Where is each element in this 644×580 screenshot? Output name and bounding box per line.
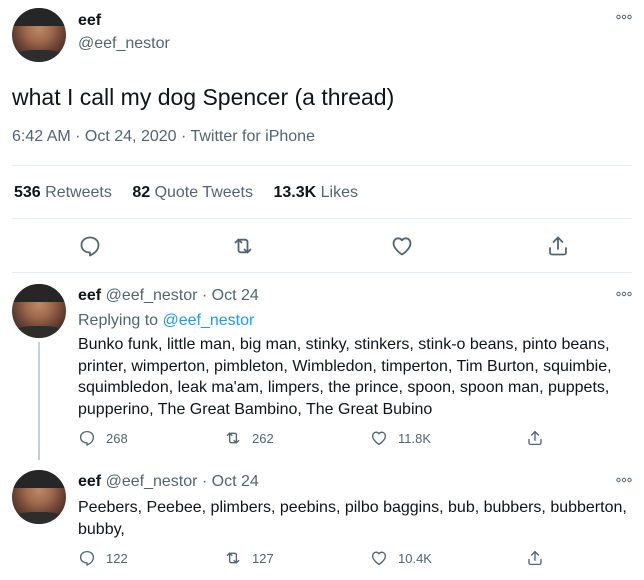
- thread-line: [38, 342, 40, 460]
- separator: ·: [201, 287, 208, 304]
- divider: [12, 272, 632, 273]
- author-name[interactable]: eef: [78, 473, 101, 490]
- tweet-text: what I call my dog Spencer (a thread): [12, 84, 395, 110]
- tweet-date[interactable]: Oct 24: [212, 287, 259, 304]
- reply-button[interactable]: 122: [78, 548, 128, 568]
- share-button[interactable]: [526, 428, 554, 448]
- retweet-count: 127: [252, 550, 274, 566]
- share-button[interactable]: [526, 548, 554, 568]
- retweets-stat[interactable]: 536 Retweets: [14, 184, 112, 201]
- reply-header: eef @eef_nestor · Oct 24: [78, 473, 259, 491]
- divider: [12, 218, 632, 219]
- reply-text: Bunko funk, little man, big man, stinky,…: [78, 336, 612, 418]
- tweet-date[interactable]: Oct 24: [212, 473, 259, 490]
- share-icon: [528, 550, 542, 566]
- reply-count: 122: [106, 550, 128, 566]
- like-count: 11.8K: [398, 430, 432, 446]
- author-name[interactable]: eef: [78, 287, 101, 304]
- reply-count: 268: [106, 430, 128, 446]
- like-button[interactable]: 11.8K: [370, 428, 431, 448]
- retweet-icon[interactable]: [231, 234, 255, 258]
- separator: ·: [201, 473, 208, 490]
- avatar[interactable]: [12, 470, 66, 524]
- like-icon: [371, 551, 387, 566]
- like-button[interactable]: 10.4K: [370, 548, 432, 568]
- tweet-stats: 536 Retweets 82 Quote Tweets 13.3K Likes: [14, 184, 374, 202]
- retweet-button[interactable]: 262: [224, 428, 274, 448]
- tweet-timestamp[interactable]: 6:42 AM · Oct 24, 2020 · Twitter for iPh…: [12, 128, 315, 146]
- author-handle[interactable]: @eef_nestor: [106, 287, 198, 304]
- avatar[interactable]: [12, 8, 66, 62]
- retweet-button[interactable]: 127: [224, 548, 274, 568]
- retweet-icon: [226, 432, 240, 444]
- author-handle[interactable]: @eef_nestor: [106, 473, 198, 490]
- author-handle[interactable]: @eef_nestor: [78, 35, 170, 53]
- likes-stat[interactable]: 13.3K Likes: [273, 184, 358, 201]
- reply-text: Peebers, Peebee, plimbers, peebins, pilb…: [78, 499, 627, 538]
- divider: [12, 165, 632, 166]
- more-options-icon[interactable]: [616, 477, 632, 483]
- like-count: 10.4K: [398, 550, 432, 566]
- more-options-icon[interactable]: [616, 291, 632, 297]
- retweet-icon: [226, 552, 240, 564]
- replying-to: Replying to @eef_nestor: [78, 312, 255, 329]
- avatar[interactable]: [12, 284, 66, 338]
- quote-tweets-stat[interactable]: 82 Quote Tweets: [132, 184, 253, 201]
- share-icon[interactable]: [546, 234, 570, 258]
- author-name[interactable]: eef: [78, 12, 101, 30]
- reply-icon[interactable]: [78, 234, 102, 258]
- like-icon[interactable]: [390, 234, 414, 258]
- retweet-count: 262: [252, 430, 274, 446]
- reply-icon: [79, 550, 95, 566]
- like-icon: [371, 431, 387, 446]
- more-options-icon[interactable]: [616, 14, 632, 20]
- share-icon: [528, 430, 542, 446]
- reply-icon: [79, 430, 95, 446]
- reply-header: eef @eef_nestor · Oct 24: [78, 287, 259, 305]
- reply-button[interactable]: 268: [78, 428, 128, 448]
- replying-to-link[interactable]: @eef_nestor: [163, 312, 255, 329]
